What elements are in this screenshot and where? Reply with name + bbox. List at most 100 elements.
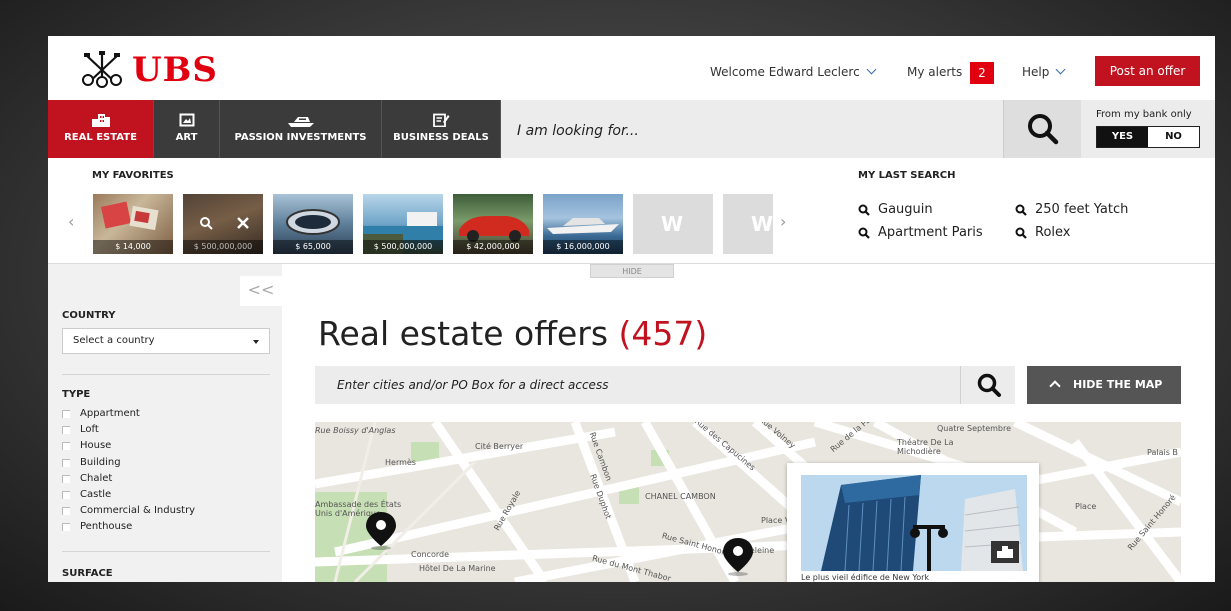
- my-alerts-label: My alerts: [907, 65, 963, 79]
- last-search-item[interactable]: 250 feet Yatch: [1015, 202, 1128, 217]
- map-label: Hermès: [385, 458, 416, 467]
- country-filter-title: COUNTRY: [62, 310, 116, 321]
- hide-map-label: HIDE THE MAP: [1073, 378, 1163, 391]
- tab-label: REAL ESTATE: [64, 132, 137, 143]
- city-search-button[interactable]: [960, 366, 1015, 404]
- offer-caption: Le plus vieil édifice de New York: [801, 573, 930, 582]
- checkbox-icon: [62, 409, 70, 418]
- city-search-input[interactable]: Enter cities and/or PO Box for a direct …: [337, 378, 608, 392]
- search-icon: [977, 373, 1001, 397]
- building-icon: [997, 546, 1013, 558]
- keys-logo-icon: [82, 51, 122, 88]
- collapse-sidebar-button[interactable]: <<: [240, 276, 282, 306]
- page-title: Real estate offers (457): [318, 314, 707, 353]
- map-label: Quatre Septembre: [937, 424, 1012, 433]
- alerts-count-badge[interactable]: 2: [970, 62, 994, 84]
- bank-only-toggle[interactable]: YES NO: [1096, 126, 1200, 148]
- favorite-price: $ 500,000,000: [363, 240, 443, 254]
- favorite-price: $ 16,000,000: [543, 240, 623, 254]
- divider: [62, 551, 270, 552]
- post-offer-button[interactable]: Post an offer: [1095, 56, 1200, 86]
- global-search-button[interactable]: [1003, 100, 1081, 158]
- map-label: Hôtel De La Marine: [419, 564, 496, 573]
- type-label: Appartment: [80, 408, 140, 419]
- type-checkbox[interactable]: Chalet: [62, 473, 112, 484]
- help-menu[interactable]: Help: [1022, 64, 1066, 79]
- hide-map-button[interactable]: HIDE THE MAP: [1027, 366, 1181, 404]
- chevron-down-icon: [1055, 64, 1066, 75]
- caret-down-icon: [253, 340, 259, 344]
- last-search-label: Rolex: [1035, 225, 1071, 240]
- favorite-price: $ 500,000,000: [183, 240, 263, 254]
- checkbox-icon: [62, 474, 70, 483]
- tab-business-deals[interactable]: BUSINESS DEALS: [382, 100, 501, 158]
- favorite-price: $ 14,000: [93, 240, 173, 254]
- carousel-prev-icon[interactable]: ‹: [68, 212, 74, 231]
- last-search-item[interactable]: Apartment Paris: [858, 225, 983, 240]
- last-search-title: MY LAST SEARCH: [858, 170, 956, 181]
- tab-real-estate[interactable]: REAL ESTATE: [48, 100, 154, 158]
- favorite-item[interactable]: $ 14,000: [93, 194, 173, 254]
- search-icon: [858, 227, 870, 239]
- checkbox-icon: [62, 522, 70, 531]
- brand-name: UBS: [132, 50, 218, 90]
- surface-filter-title: SURFACE: [62, 568, 113, 579]
- type-checkbox[interactable]: Castle: [62, 489, 111, 500]
- map-label: Rue Boissy d'Anglas: [315, 426, 396, 435]
- favorite-price: $ 65,000: [273, 240, 353, 254]
- favorite-item[interactable]: $ 65,000: [273, 194, 353, 254]
- welcome-user-menu[interactable]: Welcome Edward Leclerc: [710, 64, 877, 79]
- close-icon[interactable]: [237, 217, 249, 229]
- map-pin-icon[interactable]: [720, 536, 756, 576]
- bank-only-label: From my bank only: [1096, 109, 1192, 120]
- type-label: Chalet: [80, 473, 113, 484]
- building-icon: [91, 114, 110, 127]
- offers-map[interactable]: Rue Boissy d'Anglas Hermès Cité Berryer …: [315, 422, 1181, 582]
- help-label: Help: [1022, 65, 1050, 79]
- country-select[interactable]: Select a country: [62, 328, 270, 354]
- category-nav: REAL ESTATE ART PASSION INVESTMENTS BUSI…: [48, 100, 1215, 158]
- placeholder-logo: W: [751, 212, 773, 236]
- hide-favorites-button[interactable]: HIDE: [590, 264, 674, 278]
- real-estate-badge: [991, 541, 1019, 563]
- tab-label: PASSION INVESTMENTS: [234, 132, 367, 143]
- last-search-label: 250 feet Yatch: [1035, 202, 1129, 217]
- type-checkbox[interactable]: Appartment: [62, 408, 140, 419]
- app-window: UBS Welcome Edward Leclerc My alerts 2 H…: [48, 36, 1215, 582]
- last-search-item[interactable]: Rolex: [1015, 225, 1070, 240]
- last-search-label: Gauguin: [878, 202, 933, 217]
- toggle-yes-option[interactable]: YES: [1097, 127, 1148, 147]
- map-label: Palais B: [1147, 448, 1178, 457]
- favorite-item[interactable]: $ 16,000,000: [543, 194, 623, 254]
- tab-label: BUSINESS DEALS: [393, 132, 489, 143]
- type-checkbox[interactable]: Penthouse: [62, 521, 132, 532]
- chevron-down-icon: [866, 64, 877, 75]
- search-icon: [1015, 227, 1027, 239]
- my-alerts-link[interactable]: My alerts: [907, 65, 962, 79]
- type-checkbox[interactable]: House: [62, 440, 111, 451]
- divider: [62, 374, 270, 375]
- tab-passion-investments[interactable]: PASSION INVESTMENTS: [220, 100, 382, 158]
- header: UBS Welcome Edward Leclerc My alerts 2 H…: [48, 36, 1215, 100]
- type-filter-title: TYPE: [62, 389, 91, 400]
- favorite-item[interactable]: $ 500,000,000: [363, 194, 443, 254]
- search-icon: [1015, 204, 1027, 216]
- map-offer-popup[interactable]: Le plus vieil édifice de New York: [787, 463, 1039, 582]
- city-search-bar: Enter cities and/or PO Box for a direct …: [315, 366, 1015, 404]
- favorites-title: MY FAVORITES: [92, 170, 174, 181]
- ubs-logo[interactable]: UBS: [80, 50, 218, 90]
- map-label: Place: [1075, 502, 1097, 511]
- tab-art[interactable]: ART: [154, 100, 220, 158]
- type-checkbox[interactable]: Commercial & Industry: [62, 505, 195, 516]
- favorite-price: $ 42,000,000: [453, 240, 533, 254]
- toggle-no-option[interactable]: NO: [1148, 127, 1199, 147]
- map-pin-icon[interactable]: [363, 510, 399, 550]
- favorite-item[interactable]: $ 42,000,000: [453, 194, 533, 254]
- global-search-input[interactable]: I am looking for...: [517, 123, 639, 139]
- carousel-next-icon[interactable]: ›: [780, 212, 786, 231]
- map-label: Cité Berryer: [475, 442, 524, 451]
- type-checkbox[interactable]: Building: [62, 457, 121, 468]
- type-checkbox[interactable]: Loft: [62, 424, 99, 435]
- last-search-item[interactable]: Gauguin: [858, 202, 933, 217]
- favorite-item[interactable]: $ 500,000,000: [183, 194, 263, 254]
